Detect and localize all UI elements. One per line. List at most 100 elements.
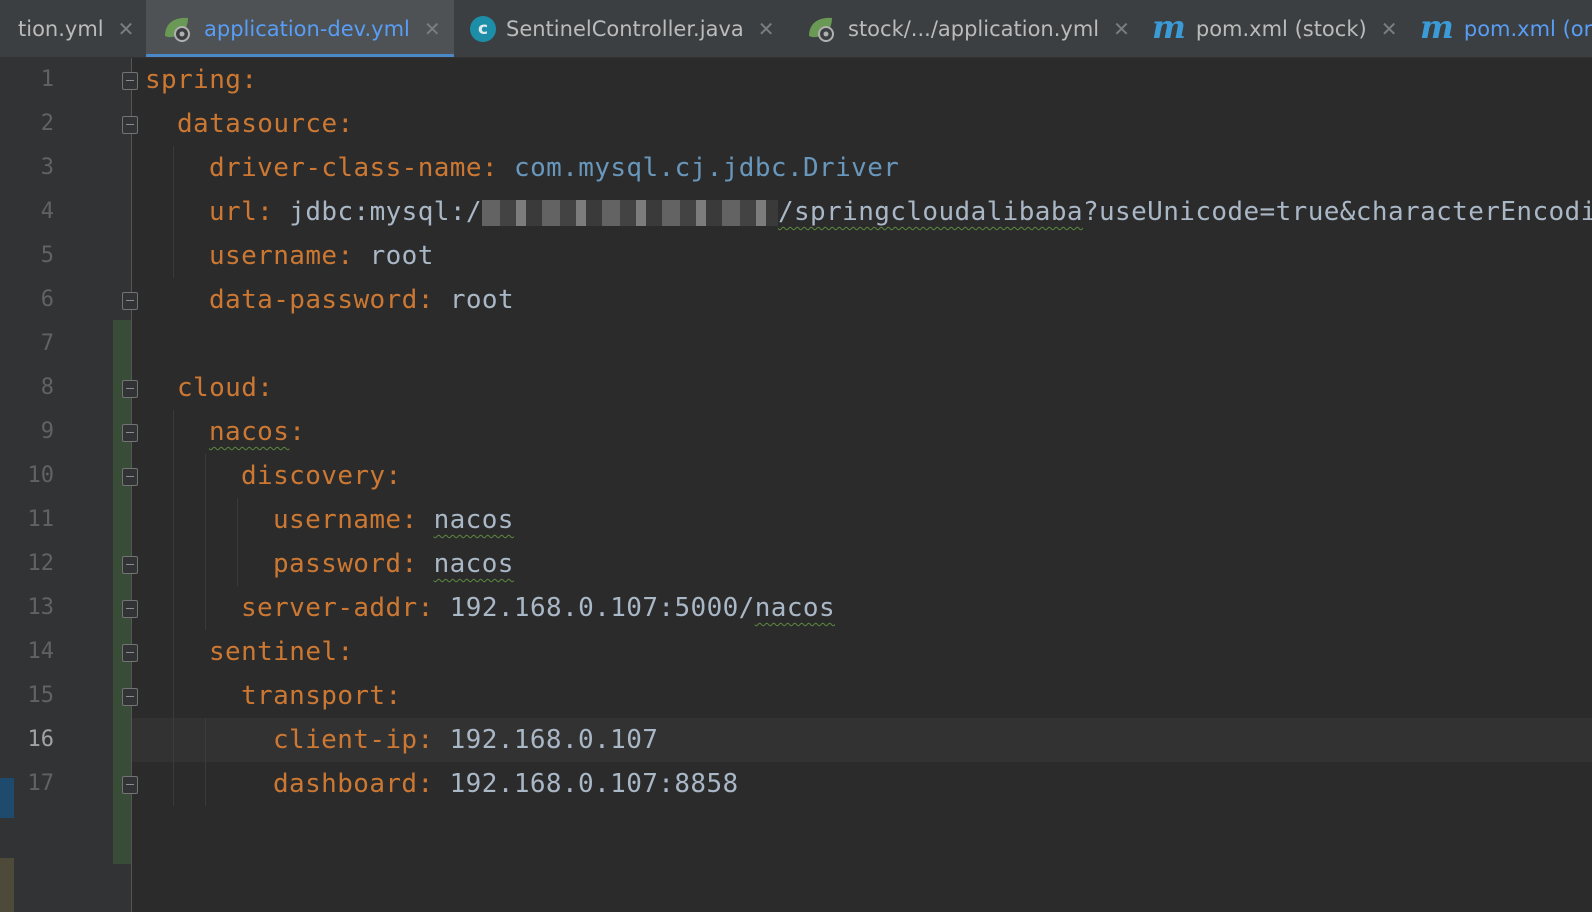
yaml-value: root [449, 285, 515, 315]
tab-label: pom.xml (stock) [1195, 17, 1367, 41]
yaml-value: root [369, 241, 434, 271]
yaml-key: url [209, 197, 258, 227]
line-number: 9 [40, 419, 54, 444]
tab-label: stock/.../application.yml [848, 17, 1100, 41]
tab-stock-application-yml[interactable]: stock/.../application.yml ✕ [790, 0, 1130, 57]
code-line: transport: [241, 674, 402, 718]
fold-icon[interactable] [122, 644, 138, 662]
tab-pom-xml-stock[interactable]: m pom.xml (stock) ✕ [1136, 0, 1398, 57]
error-stripe-marker [0, 858, 14, 912]
line-number: 6 [40, 287, 54, 312]
line-number: 17 [27, 771, 55, 796]
yaml-colon: : [385, 461, 402, 491]
spring-yaml-icon [806, 14, 838, 44]
line-number: 1 [40, 67, 54, 92]
code-editor[interactable]: 1 2 3 4 5 6 7 8 9 10 11 12 13 14 15 16 1… [0, 58, 1592, 912]
line-number-current: 16 [27, 727, 55, 752]
fold-icon[interactable] [122, 468, 138, 486]
indent-guide [173, 146, 174, 278]
yaml-value: ?useUnicode=true&characterEncodi [1082, 197, 1592, 227]
yaml-colon: : [337, 109, 354, 139]
yaml-key: nacos [209, 417, 290, 447]
fold-icon[interactable] [122, 72, 138, 90]
yaml-colon: : [337, 241, 354, 271]
tab-pom-xml-order[interactable]: m pom.xml (ord [1404, 0, 1592, 57]
fold-end-icon[interactable] [122, 776, 138, 794]
close-icon[interactable]: ✕ [1113, 19, 1130, 39]
tab-application-dev-yml[interactable]: application-dev.yml ✕ [146, 0, 454, 57]
yaml-colon: : [337, 637, 354, 667]
fold-icon[interactable] [122, 380, 138, 398]
fold-icon[interactable] [122, 424, 138, 442]
yaml-value: 192.168.0.107:5000/ [449, 593, 755, 623]
yaml-key: server-addr [241, 593, 418, 623]
code-line: driver-class-name: com.mysql.cj.jdbc.Dri… [209, 146, 899, 190]
code-line: password: nacos [273, 542, 514, 586]
code-line: nacos: [209, 410, 305, 454]
tab-application-yml[interactable]: tion.yml ✕ [0, 0, 145, 57]
yaml-colon: : [401, 505, 418, 535]
yaml-colon: : [417, 769, 434, 799]
yaml-value: /springcloudalibaba [777, 197, 1083, 227]
indent-guide [205, 718, 206, 806]
yaml-colon: : [481, 153, 498, 183]
editor-tab-bar: tion.yml ✕ application-dev.yml ✕ c Senti… [0, 0, 1592, 58]
fold-icon[interactable] [122, 116, 138, 134]
tab-sentinel-controller-java[interactable]: c SentinelController.java ✕ [456, 0, 786, 57]
fold-end-icon[interactable] [122, 556, 138, 574]
yaml-colon: : [289, 417, 306, 447]
fold-end-icon[interactable] [122, 292, 138, 310]
code-line: discovery: [241, 454, 402, 498]
line-number: 11 [27, 507, 55, 532]
yaml-value: 192.168.0.107:8858 [449, 769, 739, 799]
close-icon[interactable]: ✕ [118, 19, 135, 39]
tab-label: application-dev.yml [204, 17, 410, 41]
yaml-key: transport [241, 681, 386, 711]
yaml-key: datasource [177, 109, 338, 139]
code-line: data-password: root [209, 278, 514, 322]
line-number: 12 [27, 551, 55, 576]
maven-icon: m [1420, 8, 1454, 46]
code-line: url: jdbc:mysql:/ /springcloudalibaba?use… [209, 190, 1592, 234]
line-number: 3 [40, 155, 54, 180]
code-line: spring: [145, 58, 257, 102]
yaml-value: com.mysql.cj.jdbc.Driver [514, 153, 900, 183]
yaml-value: nacos [754, 593, 836, 623]
yaml-colon: : [257, 197, 274, 227]
close-icon[interactable]: ✕ [1381, 19, 1398, 39]
yaml-colon: : [385, 681, 402, 711]
tab-label: tion.yml [18, 17, 104, 41]
code-line: sentinel: [209, 630, 354, 674]
yaml-colon: : [417, 593, 434, 623]
spring-yaml-icon [162, 14, 194, 44]
yaml-value: 192.168.0.107 [449, 725, 659, 755]
line-number: 8 [40, 375, 54, 400]
fold-end-icon[interactable] [122, 600, 138, 618]
yaml-key: client-ip [273, 725, 418, 755]
line-number: 14 [27, 639, 55, 664]
yaml-colon: : [241, 65, 258, 95]
yaml-key: cloud [177, 373, 258, 403]
close-icon[interactable]: ✕ [758, 19, 775, 39]
line-number: 2 [40, 111, 54, 136]
yaml-key: sentinel [209, 637, 338, 667]
java-class-icon: c [470, 16, 496, 42]
line-number: 4 [40, 199, 54, 224]
line-number: 13 [27, 595, 55, 620]
yaml-key: discovery [241, 461, 386, 491]
line-number: 10 [27, 463, 55, 488]
yaml-colon: : [417, 725, 434, 755]
fold-icon[interactable] [122, 688, 138, 706]
code-line: datasource: [177, 102, 354, 146]
line-number: 5 [40, 243, 54, 268]
yaml-colon: : [257, 373, 274, 403]
indent-guide [173, 410, 174, 806]
editor-gutter: 1 2 3 4 5 6 7 8 9 10 11 12 13 14 15 16 1… [0, 58, 138, 912]
yaml-key: spring [145, 65, 242, 95]
yaml-key: dashboard [273, 769, 418, 799]
yaml-value: jdbc:mysql:/ [289, 197, 482, 227]
indent-guide [237, 498, 238, 586]
code-line-current: client-ip: 192.168.0.107 [273, 718, 658, 762]
code-line: username: nacos [273, 498, 514, 542]
close-icon[interactable]: ✕ [424, 19, 441, 39]
